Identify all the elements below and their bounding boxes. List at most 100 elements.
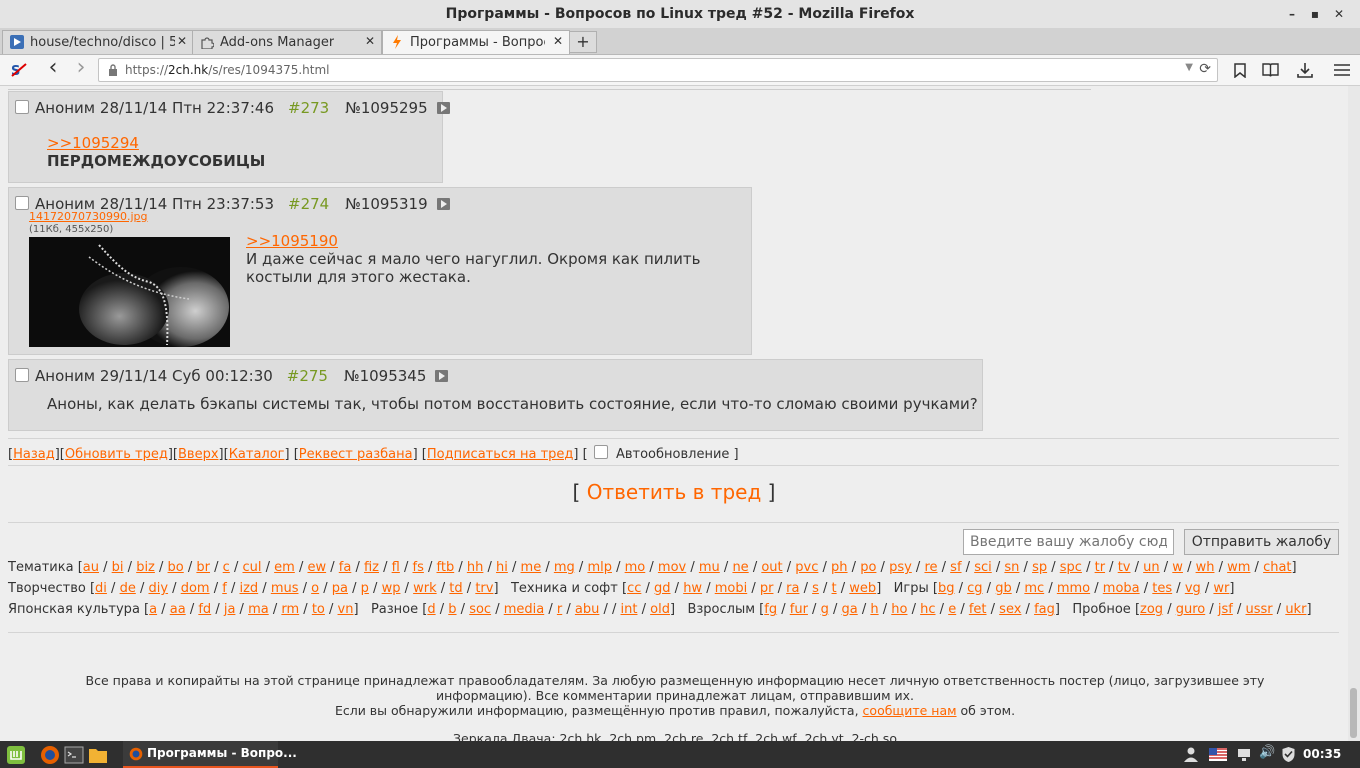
board-link[interactable]: cul: [242, 560, 261, 575]
board-link[interactable]: t: [832, 581, 837, 596]
board-link[interactable]: c: [223, 560, 230, 575]
board-link[interactable]: sn: [1004, 560, 1019, 575]
folder-icon[interactable]: [88, 745, 108, 765]
tab-music[interactable]: house/techno/disco | 52... ✕: [2, 30, 194, 54]
downloads-icon[interactable]: [1297, 62, 1313, 78]
board-link[interactable]: tr: [1095, 560, 1105, 575]
board-link[interactable]: mov: [658, 560, 686, 575]
board-link[interactable]: mus: [271, 581, 299, 596]
tab-thread[interactable]: Программы - Вопросов... ✕: [382, 30, 570, 54]
board-link[interactable]: d: [427, 602, 435, 617]
back-link[interactable]: Назад: [13, 447, 55, 462]
board-link[interactable]: b: [448, 602, 456, 617]
board-link[interactable]: cg: [967, 581, 982, 596]
board-link[interactable]: fet: [969, 602, 987, 617]
maximize-button[interactable]: ▪: [1306, 5, 1324, 23]
board-link[interactable]: p: [361, 581, 369, 596]
board-link[interactable]: g: [821, 602, 829, 617]
board-link[interactable]: br: [196, 560, 210, 575]
close-window-button[interactable]: ✕: [1330, 5, 1348, 23]
board-link[interactable]: pa: [332, 581, 348, 596]
board-link[interactable]: ga: [842, 602, 858, 617]
board-link[interactable]: out: [761, 560, 782, 575]
post-id[interactable]: №1095295: [345, 99, 427, 117]
board-link[interactable]: bi: [112, 560, 124, 575]
board-link[interactable]: fur: [790, 602, 808, 617]
board-link[interactable]: sf: [950, 560, 961, 575]
board-link[interactable]: h: [870, 602, 878, 617]
post-number[interactable]: #273: [288, 99, 329, 117]
board-link[interactable]: moba: [1103, 581, 1140, 596]
board-link[interactable]: fa: [339, 560, 352, 575]
terminal-icon[interactable]: [64, 745, 84, 765]
board-link[interactable]: ho: [891, 602, 907, 617]
board-link[interactable]: fl: [392, 560, 400, 575]
subscribe-link[interactable]: Подписаться на тред: [427, 447, 574, 462]
attachment-filename[interactable]: 14172070730990.jpg: [29, 210, 148, 223]
board-link[interactable]: spc: [1060, 560, 1082, 575]
board-link[interactable]: ma: [248, 602, 269, 617]
reload-icon[interactable]: ⟳: [1199, 61, 1211, 77]
post-select-checkbox[interactable]: [15, 368, 29, 382]
board-link[interactable]: po: [860, 560, 876, 575]
post-select-checkbox[interactable]: [15, 196, 29, 210]
reply-to-thread-link[interactable]: Ответить в тред: [587, 480, 762, 504]
board-link[interactable]: wm: [1227, 560, 1250, 575]
board-link[interactable]: old: [650, 602, 670, 617]
close-tab-icon[interactable]: ✕: [553, 34, 563, 48]
board-link[interactable]: mc: [1024, 581, 1044, 596]
mint-menu-icon[interactable]: [6, 745, 26, 765]
post-number[interactable]: #274: [288, 195, 329, 213]
board-link[interactable]: ftb: [437, 560, 455, 575]
firefox-icon[interactable]: [40, 745, 60, 765]
board-link[interactable]: bg: [938, 581, 955, 596]
board-link[interactable]: ja: [224, 602, 236, 617]
board-link[interactable]: guro: [1176, 602, 1206, 617]
autoupdate-checkbox[interactable]: [593, 445, 608, 459]
close-tab-icon[interactable]: ✕: [365, 34, 375, 48]
board-link[interactable]: ra: [786, 581, 799, 596]
ban-request-link[interactable]: Реквест разбана: [299, 447, 413, 462]
board-link[interactable]: sex: [999, 602, 1021, 617]
board-link[interactable]: fd: [198, 602, 211, 617]
board-link[interactable]: o: [311, 581, 319, 596]
board-link[interactable]: mlp: [587, 560, 612, 575]
board-link[interactable]: bo: [168, 560, 184, 575]
board-link[interactable]: ph: [831, 560, 848, 575]
board-link[interactable]: w: [1172, 560, 1183, 575]
board-link[interactable]: hi: [496, 560, 508, 575]
board-link[interactable]: r: [557, 602, 562, 617]
board-link[interactable]: zog: [1140, 602, 1163, 617]
bookmark-icon[interactable]: [1233, 63, 1247, 78]
us-flag-icon[interactable]: [1209, 748, 1227, 761]
board-link[interactable]: tv: [1118, 560, 1131, 575]
post-id[interactable]: №1095319: [345, 195, 427, 213]
url-bar[interactable]: https://2ch.hk/s/res/1094375.html ▼ ⟳: [98, 58, 1218, 82]
board-link[interactable]: psy: [889, 560, 912, 575]
tab-addons[interactable]: Add-ons Manager ✕: [192, 30, 382, 54]
board-link[interactable]: rm: [281, 602, 299, 617]
board-link[interactable]: em: [274, 560, 295, 575]
board-link[interactable]: di: [95, 581, 107, 596]
board-link[interactable]: pvc: [795, 560, 818, 575]
board-link[interactable]: wh: [1196, 560, 1215, 575]
board-link[interactable]: ew: [307, 560, 326, 575]
volume-icon[interactable]: 🔊: [1259, 745, 1275, 760]
board-link[interactable]: e: [948, 602, 956, 617]
board-link[interactable]: web: [849, 581, 876, 596]
network-icon[interactable]: [1236, 747, 1252, 762]
post-select-checkbox[interactable]: [15, 100, 29, 114]
board-link[interactable]: dom: [181, 581, 210, 596]
board-link[interactable]: int: [621, 602, 638, 617]
board-link[interactable]: to: [312, 602, 325, 617]
board-link[interactable]: vg: [1185, 581, 1201, 596]
board-link[interactable]: mobi: [715, 581, 747, 596]
board-link[interactable]: wr: [1213, 581, 1229, 596]
board-link[interactable]: chat: [1263, 560, 1291, 575]
board-link[interactable]: ne: [732, 560, 748, 575]
board-link[interactable]: ussr: [1246, 602, 1273, 617]
post-id[interactable]: №1095345: [344, 367, 426, 385]
forward-button[interactable]: ›: [69, 57, 93, 81]
expand-post-icon[interactable]: [436, 102, 450, 114]
back-button[interactable]: ‹: [41, 57, 65, 81]
